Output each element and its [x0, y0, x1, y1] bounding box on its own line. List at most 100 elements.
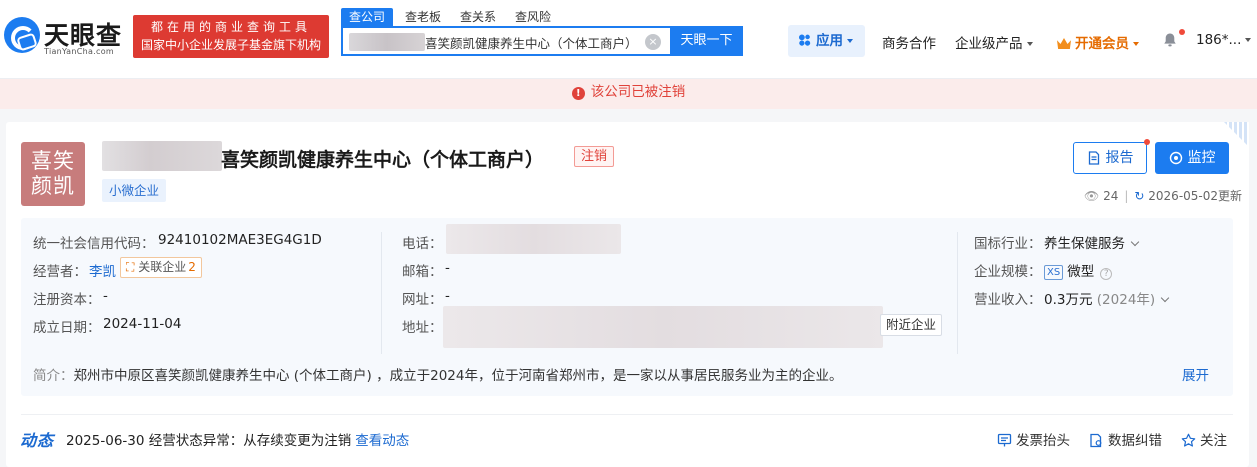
revenue-label: 营业收入：	[974, 292, 1042, 308]
slogan-line1: 都在用的商业查询工具	[150, 20, 311, 34]
apps-icon	[798, 34, 811, 46]
nav-enterprise-products[interactable]: 企业级产品	[955, 32, 1033, 52]
scale-text: 微型	[1067, 264, 1095, 280]
status-badge: 注销	[574, 146, 615, 167]
notice-text: 该公司已被注销	[590, 84, 686, 100]
industry-value[interactable]: 养生保健服务	[1044, 232, 1140, 252]
tab-boss[interactable]: 查老板	[405, 8, 441, 26]
related-icon: ⛶	[126, 260, 135, 274]
dynamics-date: 2025-06-30	[66, 433, 145, 449]
capital-value: -	[103, 288, 108, 304]
column-divider	[381, 232, 382, 354]
chevron-down-icon	[1133, 42, 1139, 46]
capital-label: 注册资本：	[33, 292, 101, 308]
site-logo[interactable]: 天眼查 TianYanCha.com	[4, 14, 130, 60]
dynamics-title: 动态	[20, 431, 55, 450]
company-size-tag[interactable]: 小微企业	[102, 179, 167, 202]
view-dynamics-link[interactable]: 查看动态	[355, 433, 409, 449]
scale-value: XS 微型?	[1044, 260, 1113, 280]
report-label: 报告	[1105, 150, 1134, 166]
scale-label: 企业规模：	[974, 264, 1042, 280]
edit-document-icon	[1090, 433, 1102, 448]
related-label: 关联企业	[138, 260, 187, 274]
nav-business-cooperation[interactable]: 商务合作	[882, 32, 936, 52]
expand-link[interactable]: 展开	[1182, 364, 1209, 384]
email-label: 邮箱：	[402, 264, 443, 280]
search-input[interactable]: 喜笑颜凯健康养生中心（个体工商户） × 天眼一下	[341, 26, 743, 56]
search-redacted-text	[349, 33, 425, 51]
related-count: 2	[188, 260, 196, 274]
crown-icon	[1057, 38, 1071, 49]
intro-text: 郑州市中原区喜笑颜凯健康养生中心 (个体工商户) ，成立于2024年，位于河南省…	[73, 368, 843, 384]
company-logo-line1: 喜笑	[31, 149, 75, 173]
nearby-companies-button[interactable]: 附近企业	[880, 314, 943, 336]
company-logo-line2: 颜凯	[31, 174, 75, 198]
view-count: 24	[1103, 189, 1119, 203]
email-value: -	[445, 260, 450, 276]
founded-label: 成立日期：	[33, 320, 101, 336]
top-header: 天眼查 TianYanCha.com 都在用的商业查询工具 国家中小企业发展子基…	[0, 0, 1257, 79]
chevron-down-icon	[1026, 42, 1033, 46]
apps-label: 应用	[816, 33, 843, 49]
chevron-down-icon	[1160, 293, 1170, 303]
company-logo: 喜笑 颜凯	[21, 142, 85, 206]
founded-value: 2024-11-04	[103, 316, 182, 332]
user-account-label: 186*...	[1196, 32, 1242, 48]
company-card: 喜笑 颜凯 喜笑颜凯健康养生中心（个体工商户） 注销 小微企业 报告 监控 👁 …	[6, 122, 1249, 467]
company-name: 喜笑颜凯健康养生中心（个体工商户）	[221, 149, 545, 171]
revenue-amount: 0.3万元	[1044, 292, 1093, 308]
operator-link[interactable]: 李凯	[89, 260, 116, 280]
basic-info-panel: 统一社会信用代码： 92410102MAE3EG4G1D 经营者： 李凯 ⛶ 关…	[21, 218, 1233, 396]
invoice-icon	[997, 433, 1012, 447]
refresh-icon[interactable]: ↻	[1134, 189, 1144, 203]
report-button[interactable]: 报告	[1073, 142, 1147, 174]
alert-circle-icon: !	[571, 87, 585, 100]
credit-code-label: 统一社会信用代码：	[33, 236, 155, 252]
industry-label: 国标行业：	[974, 236, 1042, 252]
help-icon[interactable]: ?	[1100, 268, 1113, 280]
vip-label: 开通会员	[1075, 36, 1129, 52]
revenue-value[interactable]: 0.3万元 (2024年)	[1044, 288, 1170, 308]
related-companies-tag[interactable]: ⛶ 关联企业 2	[120, 257, 202, 278]
chevron-down-icon	[847, 39, 853, 43]
report-red-dot	[1144, 139, 1150, 145]
document-icon	[1088, 151, 1099, 165]
user-account[interactable]: 186*...	[1196, 32, 1252, 48]
monitor-button[interactable]: 监控	[1155, 142, 1229, 174]
slogan-banner[interactable]: 都在用的商业查询工具 国家中小企业发展子基金旗下机构	[133, 15, 329, 58]
dynamics-text: 经营状态异常：从存续变更为注销	[148, 433, 352, 449]
revenue-year: (2024年)	[1096, 292, 1156, 308]
chevron-down-icon	[1130, 237, 1140, 247]
monitor-eye-icon	[1169, 151, 1182, 165]
industry-text: 养生保健服务	[1044, 236, 1125, 252]
data-correction-label: 数据纠错	[1108, 433, 1162, 449]
search-button[interactable]: 天眼一下	[670, 26, 743, 56]
invoice-title-button[interactable]: 发票抬头	[997, 429, 1070, 449]
bell-icon[interactable]	[1162, 32, 1178, 48]
apps-menu-button[interactable]: 应用	[788, 25, 865, 57]
data-correction-button[interactable]: 数据纠错	[1089, 429, 1162, 449]
credit-code-value[interactable]: 92410102MAE3EG4G1D	[158, 232, 322, 248]
follow-button[interactable]: 关注	[1181, 429, 1227, 449]
chevron-down-icon	[1245, 38, 1252, 42]
tab-risk[interactable]: 查风险	[515, 8, 551, 26]
close-circle-icon[interactable]: ×	[645, 34, 661, 50]
section-divider	[21, 414, 1233, 415]
slogan-line2: 国家中小企业发展子基金旗下机构	[140, 38, 321, 52]
operator-label: 经营者：	[33, 264, 87, 280]
phone-redacted	[446, 224, 621, 254]
phone-label: 电话：	[402, 236, 443, 252]
eye-icon: 👁	[1084, 189, 1100, 203]
scale-badge: XS	[1044, 265, 1064, 280]
tab-relation[interactable]: 查关系	[460, 8, 496, 26]
intro-label: 简介：	[33, 368, 74, 384]
update-date: 2026-05-02更新	[1148, 189, 1243, 203]
vip-button[interactable]: 开通会员	[1057, 32, 1139, 52]
website-value: -	[445, 288, 450, 304]
search-value: 喜笑颜凯健康养生中心（个体工商户）	[425, 36, 638, 51]
dynamics-entry: 2025-06-30 经营状态异常：从存续变更为注销 查看动态	[66, 429, 409, 449]
view-update-meta: 👁 24 | ↻ 2026-05-02更新	[1084, 189, 1243, 203]
tab-company[interactable]: 查公司	[341, 8, 394, 26]
website-label: 网址：	[402, 292, 443, 308]
intro-row: 简介：郑州市中原区喜笑颜凯健康养生中心 (个体工商户) ，成立于2024年，位于…	[33, 364, 842, 384]
